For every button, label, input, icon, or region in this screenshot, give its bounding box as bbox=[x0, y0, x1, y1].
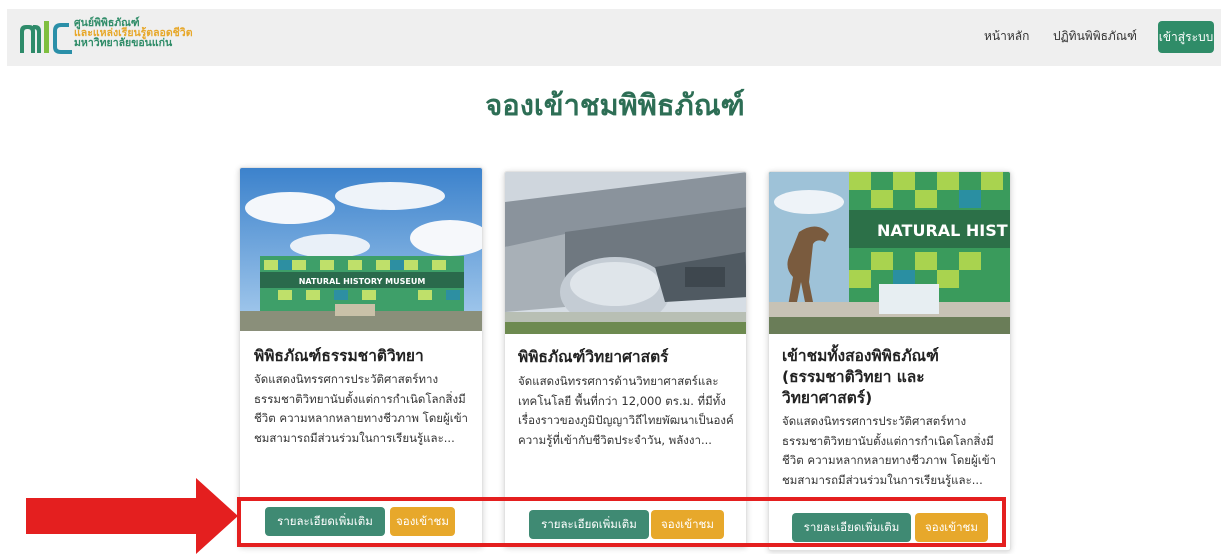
nav-calendar-link[interactable]: ปฏิทินพิพิธภัณฑ์ bbox=[1053, 27, 1137, 46]
card-title: พิพิธภัณฑ์วิทยาศาสตร์ bbox=[518, 348, 669, 366]
card-title: เข้าชมทั้งสองพิพิธภัณฑ์ (ธรรมชาติวิทยา แ… bbox=[782, 347, 939, 407]
red-arrow-icon bbox=[26, 478, 238, 554]
natural-history-museum-image: NATURAL HISTORY MUSEUM bbox=[240, 168, 482, 331]
card-title: พิพิธภัณฑ์ธรรมชาติวิทยา bbox=[254, 347, 424, 365]
logo-line-3: มหาวิทยาลัยขอนแก่น bbox=[74, 37, 173, 49]
card-image: NATURAL HISTORY MUSEUM bbox=[240, 168, 482, 331]
card-image: NATURAL HIST bbox=[769, 172, 1010, 334]
dinosaur-museum-image: NATURAL HIST bbox=[769, 172, 1010, 334]
museum-sign-text: NATURAL HIST bbox=[877, 221, 1008, 240]
card-image bbox=[505, 172, 746, 334]
museum-card-combined: NATURAL HIST เข้าชมทั้งสองพิพิธภัณฑ์ (ธร… bbox=[768, 171, 1011, 551]
nav-home-link[interactable]: หน้าหลัก bbox=[984, 27, 1029, 46]
logo-icon[interactable] bbox=[17, 17, 75, 57]
navbar: ศูนย์พิพิธภัณฑ์ และแหล่งเรียนรู้ตลอดชีวิ… bbox=[7, 9, 1221, 66]
museum-sign-text: NATURAL HISTORY MUSEUM bbox=[299, 277, 426, 286]
card-description: จัดแสดงนิทรรศการประวัติศาสตร์ทางธรรมชาติ… bbox=[254, 372, 469, 445]
page-title: จองเข้าชมพิพิธภัณฑ์ bbox=[485, 88, 745, 122]
card-description: จัดแสดงนิทรรศการประวัติศาสตร์ทางธรรมชาติ… bbox=[782, 414, 997, 487]
museum-card-science: พิพิธภัณฑ์วิทยาศาสตร์ จัดแสดงนิทรรศการด้… bbox=[504, 171, 747, 547]
card-description: จัดแสดงนิทรรศการด้านวิทยาศาสตร์และเทคโนโ… bbox=[518, 374, 734, 447]
science-museum-image bbox=[505, 172, 746, 334]
highlight-box bbox=[237, 497, 1006, 547]
museum-card-natural-history: NATURAL HISTORY MUSEUM พิพิธภัณฑ์ธรรมชาต… bbox=[239, 167, 483, 547]
login-button[interactable]: เข้าสู่ระบบ bbox=[1158, 21, 1214, 53]
